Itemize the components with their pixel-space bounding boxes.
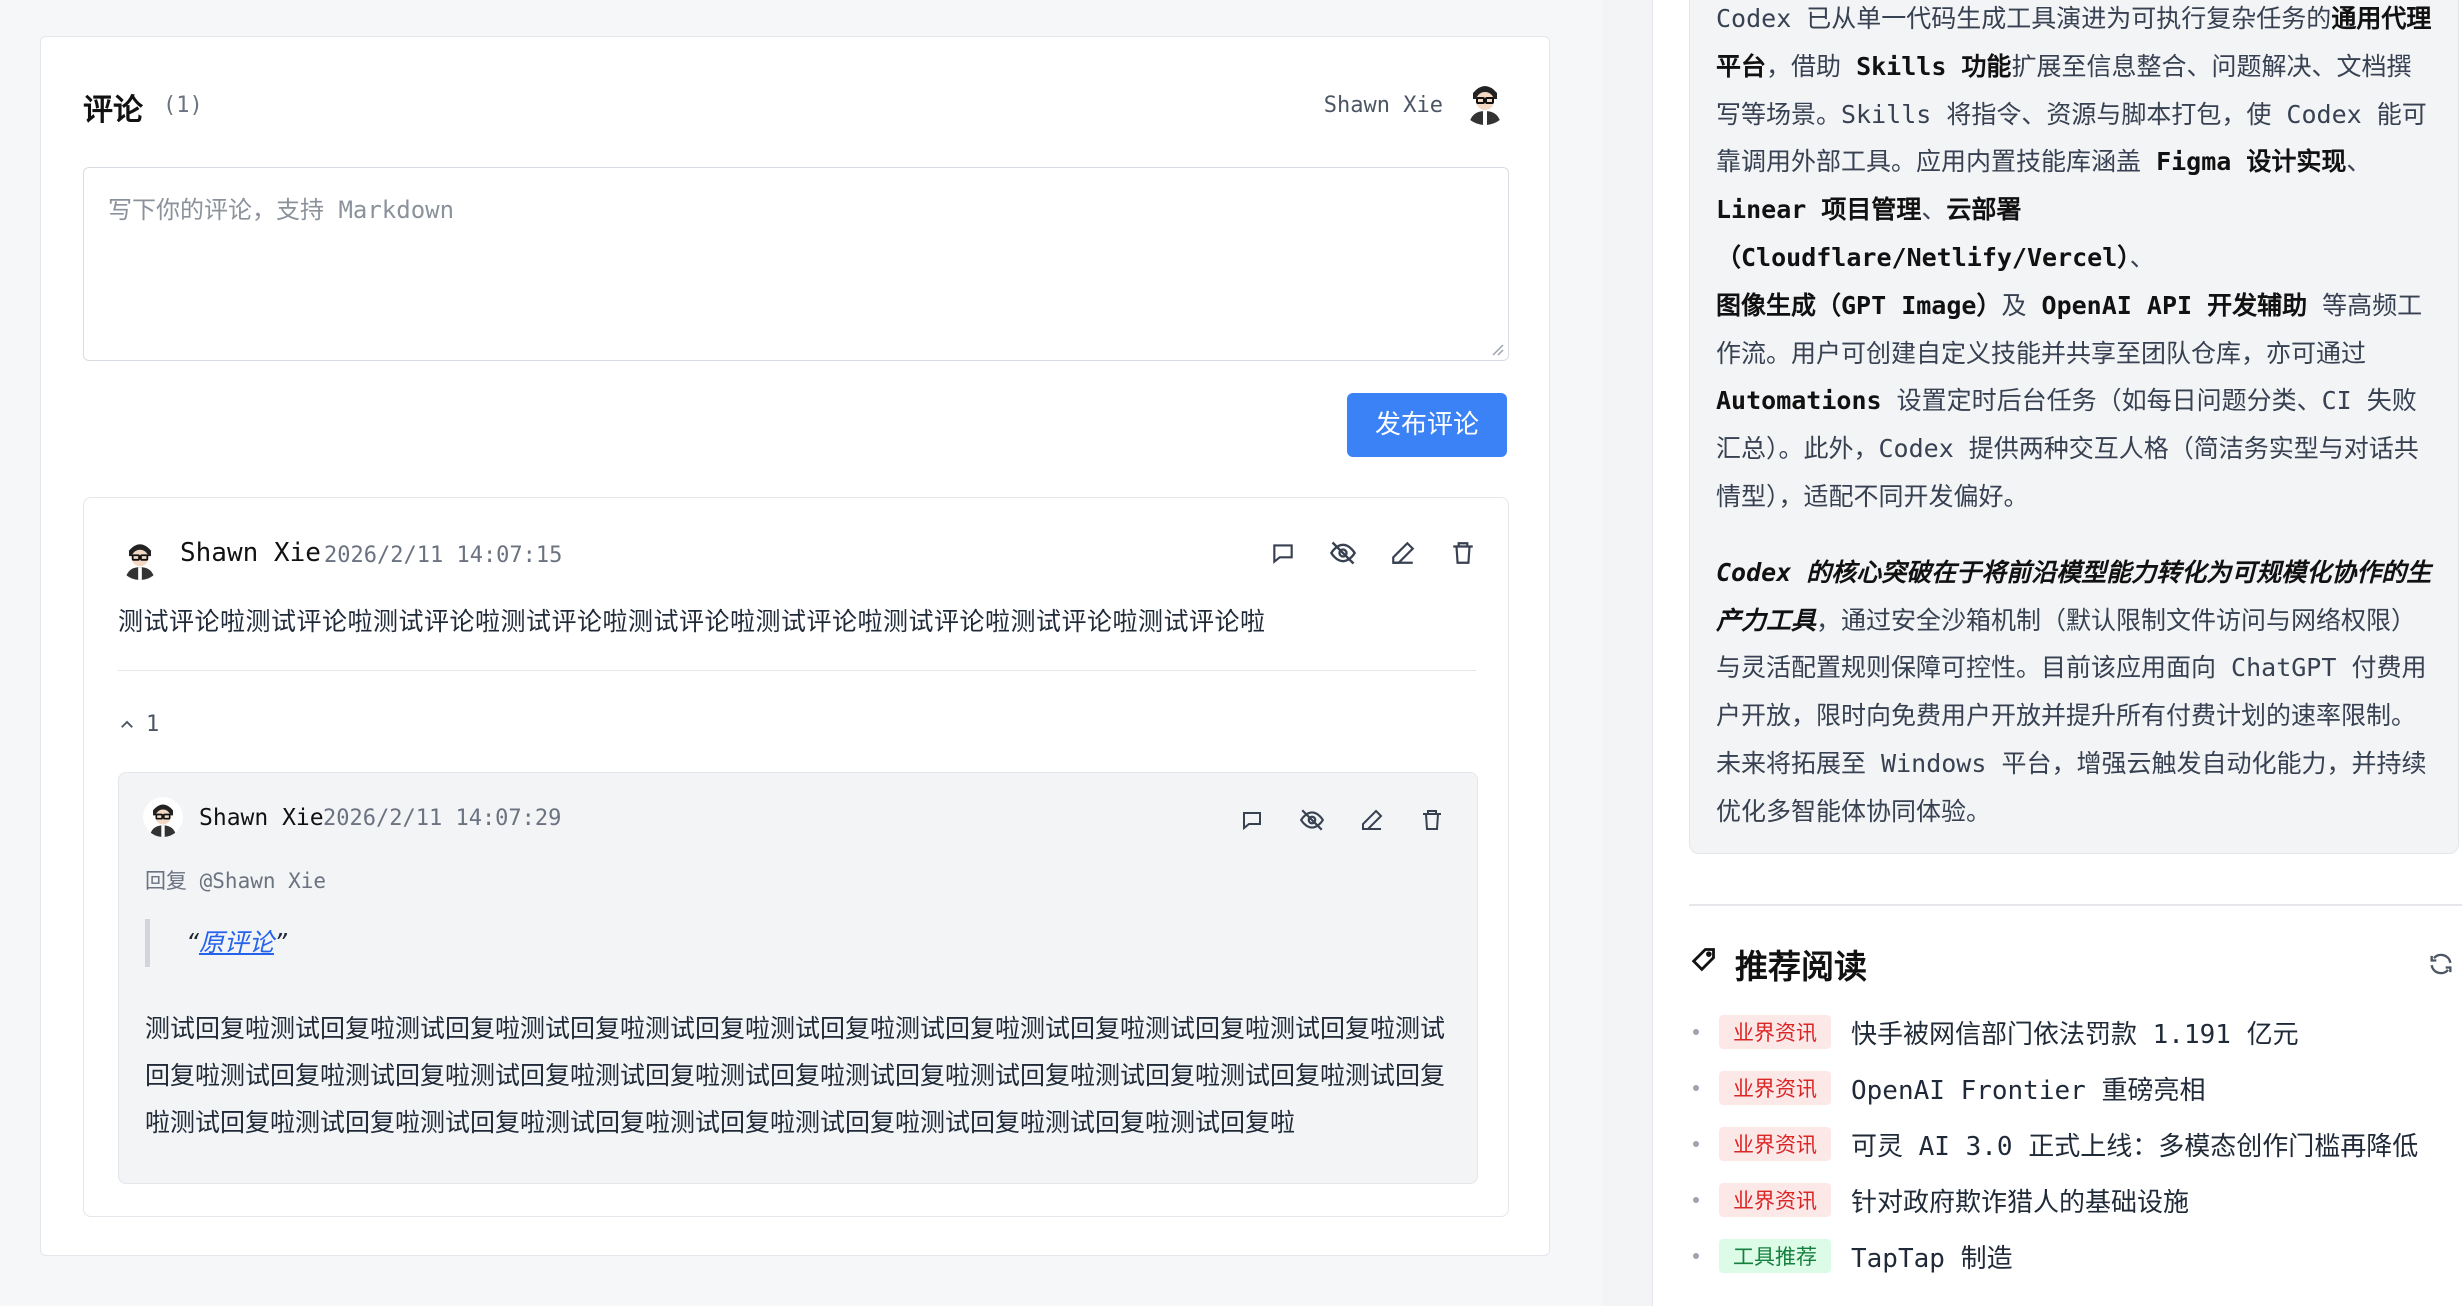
current-user-name: Shawn Xie bbox=[1323, 93, 1443, 118]
refresh-icon[interactable] bbox=[2427, 950, 2455, 978]
category-badge[interactable]: 业界资讯 bbox=[1719, 1071, 1831, 1105]
bullet-dot bbox=[1693, 1197, 1699, 1203]
comment-thread: Shawn Xie 2026/2/11 14:07:15 测试评论啦测试评论啦测… bbox=[83, 497, 1509, 1217]
summary-text: 、 bbox=[2346, 147, 2372, 177]
recommend-item-title[interactable]: 快手被网信部门依法罚款 1.191 亿元 bbox=[1851, 1014, 2459, 1051]
reply-to-label: 回复 @Shawn Xie bbox=[145, 869, 327, 893]
summary-bold: Linear 项目管理 bbox=[1716, 195, 1922, 225]
reply-item: Shawn Xie 2026/2/11 14:07:29 回复 @Shawn X… bbox=[118, 772, 1478, 1184]
reply-timestamp: 2026/2/11 14:07:29 bbox=[323, 806, 562, 831]
recommend-divider bbox=[1689, 904, 2462, 906]
summary-bold: 图像生成（GPT Image） bbox=[1716, 290, 2002, 320]
summary-text: ，通过安全沙箱机制（默认限制文件访问与网络权限）与灵活配置规则保障可控性。目前该… bbox=[1716, 605, 2427, 826]
recommend-item-title[interactable]: 可灵 AI 3.0 正式上线：多模态创作门槛再降低 bbox=[1851, 1126, 2459, 1163]
recommend-item[interactable]: 业界资讯 针对政府欺诈猎人的基础设施 bbox=[1689, 1172, 2459, 1228]
reply-icon[interactable] bbox=[1233, 801, 1271, 839]
reply-icon[interactable] bbox=[1264, 534, 1302, 572]
comment-author-avatar[interactable] bbox=[118, 536, 162, 580]
summary-paragraph-2: Codex 的核心突破在于将前沿模型能力转化为可规模化协作的生产力工具，通过安全… bbox=[1716, 549, 2434, 836]
comment-author[interactable]: Shawn Xie bbox=[180, 538, 321, 568]
comment-timestamp: 2026/2/11 14:07:15 bbox=[324, 543, 563, 568]
current-user-avatar[interactable] bbox=[1461, 77, 1509, 125]
quoted-comment: “原评论” bbox=[145, 919, 287, 967]
delete-icon[interactable] bbox=[1413, 801, 1451, 839]
bullet-dot bbox=[1693, 1253, 1699, 1259]
bullet-dot bbox=[1693, 1085, 1699, 1091]
resize-grip-icon[interactable] bbox=[1490, 342, 1504, 356]
reply-body: 测试回复啦测试回复啦测试回复啦测试回复啦测试回复啦测试回复啦测试回复啦测试回复啦… bbox=[145, 1014, 1446, 1137]
comment-input-placeholder: 写下你的评论，支持 Markdown bbox=[108, 196, 455, 224]
recommend-item-title[interactable]: 针对政府欺诈猎人的基础设施 bbox=[1851, 1182, 2459, 1219]
category-badge[interactable]: 业界资讯 bbox=[1719, 1183, 1831, 1217]
summary-bold: Skills 功能 bbox=[1856, 51, 2012, 81]
publish-comment-button[interactable]: 发布评论 bbox=[1347, 393, 1507, 457]
comments-count: (1) bbox=[163, 93, 203, 118]
hide-icon[interactable] bbox=[1324, 534, 1362, 572]
summary-paragraph-1: Codex 已从单一代码生成工具演进为可执行复杂任务的通用代理平台，借助 Ski… bbox=[1716, 0, 2434, 521]
summary-bold: Automations bbox=[1716, 386, 1882, 416]
recommend-item[interactable]: 业界资讯 OpenAI Frontier 重磅亮相 bbox=[1689, 1060, 2459, 1116]
comment-divider bbox=[118, 670, 1476, 671]
delete-icon[interactable] bbox=[1444, 534, 1482, 572]
summary-text: ，借助 bbox=[1766, 51, 1857, 81]
comment-body: 测试评论啦测试评论啦测试评论啦测试评论啦测试评论啦测试评论啦测试评论啦测试评论啦… bbox=[118, 607, 1266, 636]
recommend-title: 推荐阅读 bbox=[1735, 947, 1867, 986]
comment-actions bbox=[1264, 534, 1482, 572]
reply-count: 1 bbox=[146, 712, 160, 737]
reply-actions bbox=[1233, 801, 1451, 839]
summary-bold: Figma 设计实现 bbox=[2156, 147, 2347, 177]
quote-close: ” bbox=[273, 928, 287, 957]
category-badge[interactable]: 业界资讯 bbox=[1719, 1127, 1831, 1161]
recommend-item[interactable]: 业界资讯 快手被网信部门依法罚款 1.191 亿元 bbox=[1689, 1004, 2459, 1060]
recommend-item[interactable]: 业界资讯 可灵 AI 3.0 正式上线：多模态创作门槛再降低 bbox=[1689, 1116, 2459, 1172]
summary-bold: OpenAI API 开发辅助 bbox=[2041, 290, 2308, 320]
summary-text: 、 bbox=[2129, 242, 2155, 272]
comments-title: 评论 bbox=[83, 93, 143, 128]
recommend-item-title[interactable]: OpenAI Frontier 重磅亮相 bbox=[1851, 1070, 2459, 1107]
bullet-dot bbox=[1693, 1141, 1699, 1147]
collapse-replies-toggle[interactable]: 1 bbox=[118, 712, 159, 737]
summary-text: 及 bbox=[2001, 290, 2042, 320]
reply-author[interactable]: Shawn Xie bbox=[199, 805, 324, 831]
tag-icon bbox=[1691, 948, 1715, 972]
recommend-item-title[interactable]: TapTap 制造 bbox=[1851, 1238, 2459, 1275]
reply-author-avatar[interactable] bbox=[143, 797, 183, 837]
bullet-dot bbox=[1693, 1029, 1699, 1035]
hide-icon[interactable] bbox=[1293, 801, 1331, 839]
summary-text: Codex 已从单一代码生成工具演进为可执行复杂任务的 bbox=[1716, 4, 2332, 33]
edit-icon[interactable] bbox=[1353, 801, 1391, 839]
recommend-list: 业界资讯 快手被网信部门依法罚款 1.191 亿元 业界资讯 OpenAI Front… bbox=[1689, 1004, 2459, 1284]
category-badge[interactable]: 业界资讯 bbox=[1719, 1015, 1831, 1049]
category-badge[interactable]: 工具推荐 bbox=[1719, 1239, 1831, 1273]
original-comment-link[interactable]: 原评论 bbox=[199, 928, 274, 957]
ai-summary: Codex 已从单一代码生成工具演进为可执行复杂任务的通用代理平台，借助 Ski… bbox=[1689, 0, 2459, 854]
edit-icon[interactable] bbox=[1384, 534, 1422, 572]
quote-open: “ bbox=[186, 928, 199, 957]
comments-section: 评论 (1) Shawn Xie 写下你的评论，支持 Markdown 发布评论… bbox=[40, 36, 1550, 1256]
recommend-item[interactable]: 工具推荐 TapTap 制造 bbox=[1689, 1228, 2459, 1284]
comment-input[interactable]: 写下你的评论，支持 Markdown bbox=[83, 167, 1509, 361]
summary-text: 、 bbox=[1921, 195, 1947, 225]
right-sidebar: Codex 已从单一代码生成工具演进为可执行复杂任务的通用代理平台，借助 Ski… bbox=[1652, 0, 2462, 1306]
chevron-up-icon bbox=[121, 720, 133, 728]
